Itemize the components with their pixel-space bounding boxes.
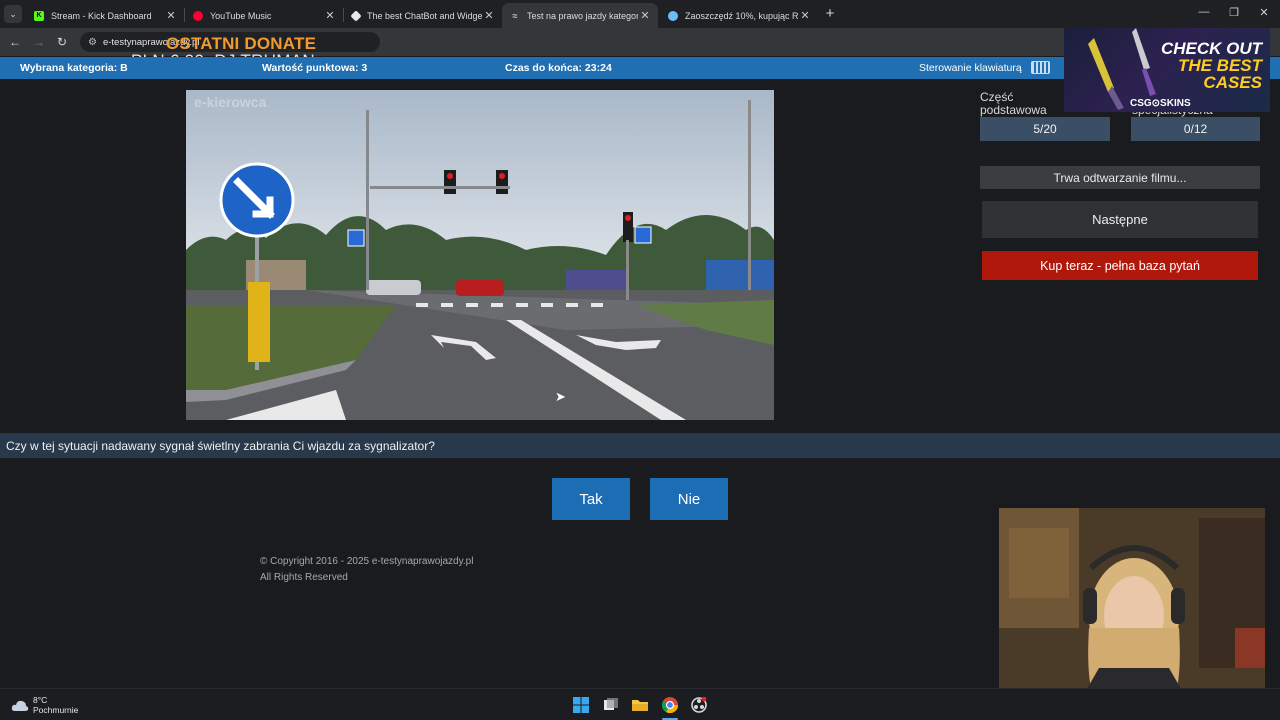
question-video[interactable]: e-kierowca ➤ [186, 90, 774, 420]
tab-steam-deal[interactable]: Zaoszczędź 10%, kupując RV Th ✕ [660, 3, 818, 28]
obs-icon[interactable] [691, 697, 707, 713]
chatbot-icon [350, 9, 362, 22]
skins-ad-overlay: CHECK OUT THE BEST CASES CSG⊙SKINS [1064, 28, 1270, 112]
video-watermark: e-kierowca [194, 94, 267, 110]
keyboard-icon[interactable] [1031, 61, 1050, 74]
tab-title: The best ChatBot and Widgets [367, 10, 482, 21]
next-button[interactable]: Następne [982, 201, 1258, 238]
file-explorer-icon[interactable] [632, 697, 648, 713]
road-scene-image [186, 90, 774, 420]
minimize-icon[interactable]: — [1194, 6, 1214, 18]
close-icon[interactable]: ✕ [164, 9, 178, 22]
tab-kick-dashboard[interactable]: K Stream - Kick Dashboard ✕ [26, 3, 184, 28]
special-progress-counter: 0/12 [1131, 117, 1260, 141]
youtube-music-icon [193, 10, 203, 21]
browser-tab-strip: ⌄ K Stream - Kick Dashboard ✕ YouTube Mu… [0, 0, 1280, 28]
close-icon[interactable]: ✕ [482, 9, 496, 22]
tab-title: Test na prawo jazdy kategorii B [527, 10, 638, 21]
yes-button[interactable]: Tak [552, 478, 630, 520]
new-tab-plus-icon[interactable]: + [822, 6, 838, 22]
question-bar: Czy w tej sytuacji nadawany sygnał świet… [0, 433, 1280, 458]
reload-icon[interactable]: ↻ [53, 33, 71, 51]
video-status: Trwa odtwarzanie filmu... [980, 166, 1260, 189]
tab-title: Zaoszczędź 10%, kupując RV Th [685, 10, 798, 21]
ad-line-3: CASES [1203, 73, 1262, 92]
tab-list-chevron-icon[interactable]: ⌄ [4, 5, 22, 23]
rights-text: All Rights Reserved [260, 572, 348, 583]
ad-line-1: CHECK OUT [1160, 39, 1262, 58]
close-icon[interactable]: ✕ [323, 9, 337, 22]
kick-icon: K [34, 10, 44, 21]
windows-start-icon[interactable] [573, 697, 589, 713]
site-info-icon[interactable]: ⚙ [88, 37, 97, 48]
basic-progress-counter: 5/20 [980, 117, 1110, 141]
tab-chatbot[interactable]: The best ChatBot and Widgets ✕ [344, 3, 502, 28]
mouse-cursor-icon: ➤ [555, 389, 566, 404]
forward-arrow-icon[interactable]: → [30, 33, 48, 51]
no-button[interactable]: Nie [650, 478, 728, 520]
selected-category: Wybrana kategoria: B [20, 62, 128, 74]
close-icon[interactable]: ✕ [638, 9, 652, 22]
buy-full-database-button[interactable]: Kup teraz - pełna baza pytań [982, 251, 1258, 280]
ad-brand: CSG⊙SKINS [1130, 98, 1191, 109]
chrome-icon[interactable] [662, 697, 678, 713]
windows-taskbar: 8°C Pochmurnie [0, 688, 1280, 720]
task-view-icon[interactable] [603, 697, 619, 713]
tab-title: YouTube Music [210, 10, 272, 21]
close-icon[interactable]: ✕ [798, 9, 812, 22]
maximize-icon[interactable]: ❐ [1224, 6, 1244, 19]
copyright-text: © Copyright 2016 - 2025 e-testynaprawoja… [260, 556, 474, 567]
question-text: Czy w tej sytuacji nadawany sygnał świet… [6, 439, 435, 453]
tab-driving-test[interactable]: ≈ Test na prawo jazdy kategorii B ✕ [502, 3, 658, 28]
basic-part-label: Część podstawowa [980, 90, 1047, 117]
keyboard-control-link[interactable]: Sterowanie klawiaturą [919, 62, 1022, 74]
tab-youtube-music[interactable]: YouTube Music ✕ [185, 3, 343, 28]
weather-temperature: 8°C [33, 695, 48, 705]
ad-line-2: THE BEST [1177, 56, 1262, 75]
cloud-icon [11, 700, 29, 711]
time-remaining: Czas do końca: 23:24 [505, 62, 612, 74]
back-arrow-icon[interactable]: ← [6, 33, 24, 51]
close-window-icon[interactable]: ✕ [1254, 6, 1274, 19]
tab-title: Stream - Kick Dashboard [51, 10, 152, 21]
weather-description: Pochmurnie [33, 705, 79, 715]
steam-icon [668, 10, 678, 21]
site-icon: ≈ [512, 10, 518, 21]
point-value: Wartość punktowa: 3 [262, 62, 368, 74]
